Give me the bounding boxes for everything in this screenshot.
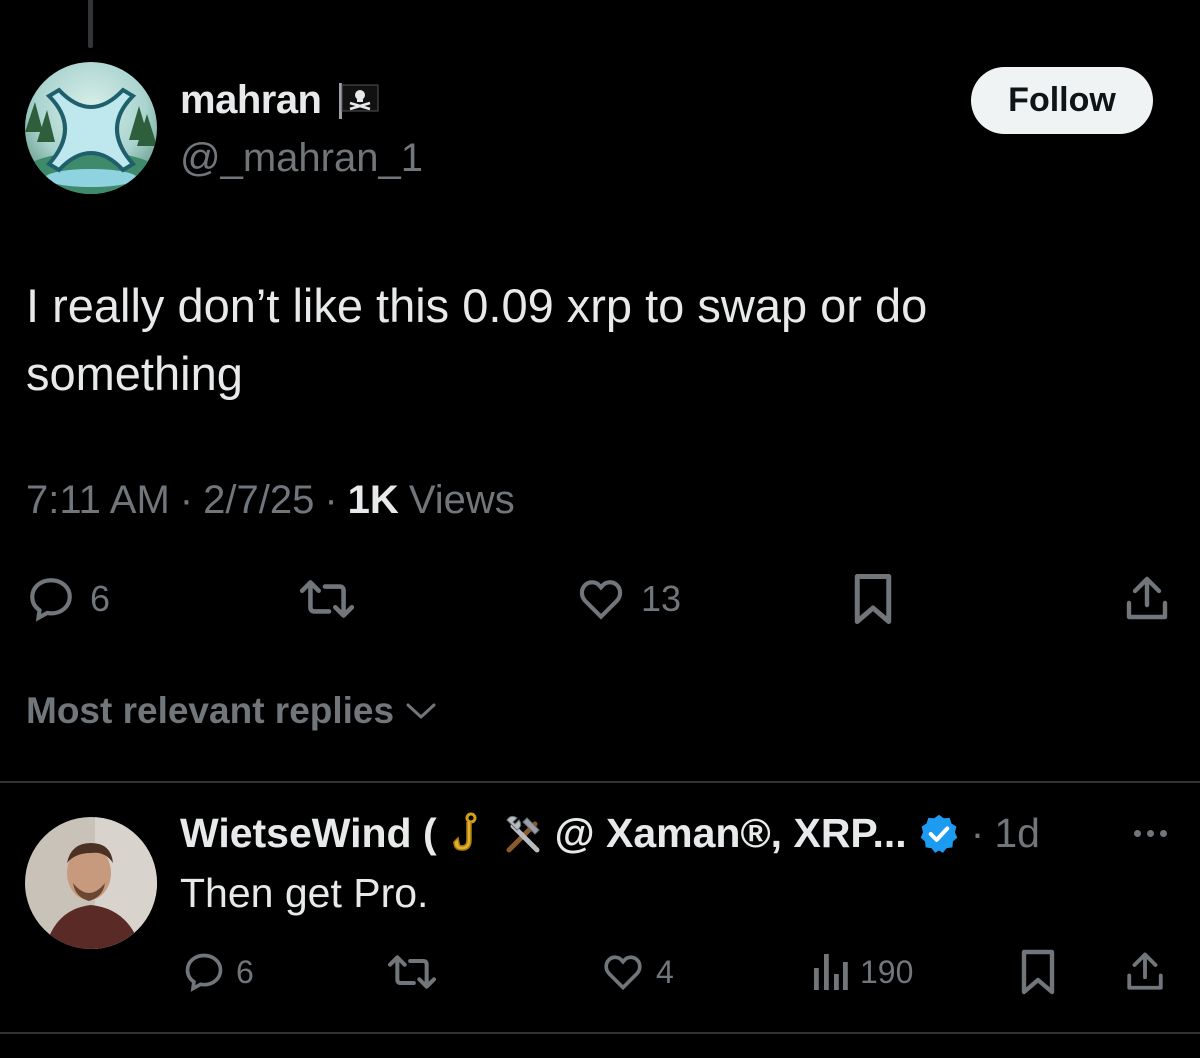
reply-icon	[185, 953, 223, 992]
retweet-button[interactable]	[298, 574, 356, 624]
tweet-text: I really don’t like this 0.09 xrp to swa…	[26, 279, 928, 400]
share-icon	[1126, 576, 1168, 620]
reply-views-count: 190	[860, 953, 914, 990]
views-count[interactable]: 1K	[348, 478, 399, 523]
bookmark-icon	[854, 574, 892, 624]
replies-sort-dropdown[interactable]: Most relevant replies	[26, 690, 438, 732]
reply-views-button[interactable]: 190	[810, 950, 913, 994]
author-display-name[interactable]: mahran	[180, 78, 322, 123]
bookmark-button[interactable]	[850, 572, 896, 626]
reply-like-count: 4	[656, 953, 674, 990]
pirate-flag-icon	[336, 81, 382, 121]
reply-header: WietseWind ( @ Xaman®, XRP... · 1d	[180, 810, 1040, 857]
reply-bookmark-button[interactable]	[1018, 948, 1058, 996]
chevron-down-icon	[406, 703, 436, 719]
heart-icon	[579, 580, 623, 620]
share-button[interactable]	[1123, 572, 1171, 626]
thread-connector-line	[88, 0, 93, 48]
hammer-and-wrench-emoji-icon	[501, 812, 545, 856]
like-count: 13	[641, 578, 682, 619]
heart-icon	[604, 955, 642, 991]
divider	[0, 1032, 1200, 1034]
views-label[interactable]: Views	[409, 478, 515, 523]
reply-display-name-end[interactable]: @ Xaman®, XRP...	[555, 810, 907, 857]
author-name-row[interactable]: mahran	[180, 78, 382, 123]
divider	[0, 781, 1200, 783]
reply-count: 6	[90, 578, 111, 619]
meta-separator: ·	[179, 478, 194, 522]
author-handle[interactable]: @_mahran_1	[180, 136, 423, 181]
retweet-icon	[299, 580, 355, 618]
more-options-icon[interactable]	[1128, 818, 1172, 848]
tweet-action-bar: 6 13	[0, 568, 1200, 630]
tweet-date[interactable]: 2/7/25	[203, 478, 314, 523]
reply-reply-count: 6	[236, 953, 254, 990]
bookmark-icon	[1021, 949, 1055, 995]
analytics-icon	[814, 954, 848, 990]
replies-sort-label: Most relevant replies	[26, 690, 395, 731]
reply-author-avatar[interactable]	[25, 817, 157, 949]
avatar-image	[25, 817, 157, 949]
follow-button[interactable]: Follow	[971, 67, 1153, 134]
reply-icon	[30, 578, 72, 622]
retweet-icon	[387, 955, 437, 989]
meta-separator: ·	[324, 478, 338, 522]
reply-button[interactable]: 6	[26, 574, 110, 624]
like-button[interactable]: 13	[575, 574, 681, 624]
tweet-time[interactable]: 7:11 AM	[26, 478, 170, 523]
share-icon	[1127, 952, 1163, 990]
reply-reply-button[interactable]: 6	[182, 950, 254, 994]
author-avatar[interactable]	[25, 62, 157, 194]
hook-emoji-icon	[447, 812, 491, 856]
reply-display-name-start[interactable]: WietseWind (	[180, 810, 437, 857]
reply-text: Then get Pro.	[180, 870, 429, 916]
reply-retweet-button[interactable]	[386, 950, 438, 994]
reply-time-separator: ·	[970, 810, 985, 856]
reply-share-button[interactable]	[1124, 948, 1166, 996]
tweet-meta: 7:11 AM · 2/7/25 · 1K Views	[26, 478, 515, 523]
verified-badge-icon	[920, 814, 958, 853]
reply-like-button[interactable]: 4	[600, 950, 674, 994]
reply-time[interactable]: 1d	[994, 810, 1040, 857]
avatar-image	[25, 62, 157, 194]
reply-action-bar: 6 4 190	[0, 946, 1200, 996]
